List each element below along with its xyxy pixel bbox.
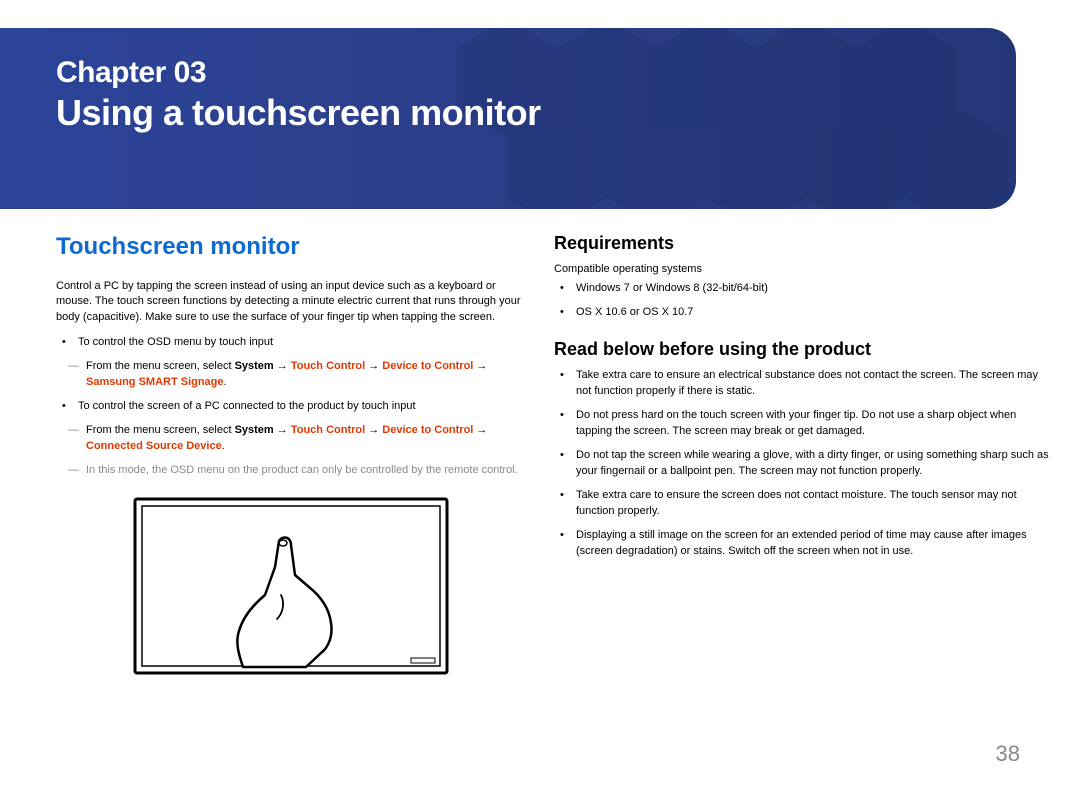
bold-text: System [235,360,274,372]
bold-red-text: Touch Control [291,424,365,436]
list-item: Do not press hard on the touch screen wi… [554,408,1052,440]
precautions-list: Take extra care to ensure an electrical … [554,368,1052,559]
list-item: Displaying a still image on the screen f… [554,528,1052,560]
list-item: To control the OSD menu by touch input [56,335,526,351]
section-heading-touchscreen: Touchscreen monitor [56,233,526,261]
requirements-heading: Requirements [554,233,1052,254]
arrow: → [274,360,291,372]
chapter-title: Using a touchscreen monitor [56,92,1016,134]
list-item: Take extra care to ensure the screen doe… [554,488,1052,520]
page-number: 38 [996,741,1020,767]
dash-note: From the menu screen, select System → To… [56,359,526,391]
note-text: From the menu screen, select [86,424,235,436]
bold-red-text: Device to Control [382,360,473,372]
bold-text: System [235,424,274,436]
list-item: Do not tap the screen while wearing a gl… [554,448,1052,480]
intro-paragraph: Control a PC by tapping the screen inste… [56,279,526,325]
arrow: → [274,424,291,436]
chapter-banner: Chapter 03 Using a touchscreen monitor [0,28,1016,209]
period: . [224,376,227,388]
list-item: To control the screen of a PC connected … [56,399,526,415]
bold-red-text: Device to Control [382,424,473,436]
left-column: Touchscreen monitor Control a PC by tapp… [56,233,526,677]
dash-note-grey: In this mode, the OSD menu on the produc… [56,463,526,479]
content-area: Touchscreen monitor Control a PC by tapp… [0,233,1080,677]
period: . [222,440,225,452]
dash-note: From the menu screen, select System → To… [56,423,526,455]
arrow: → [365,424,382,436]
arrow: → [473,360,487,372]
chapter-label: Chapter 03 [56,56,1016,90]
bold-red-text: Connected Source Device [86,440,222,452]
right-column: Requirements Compatible operating system… [554,233,1052,677]
list-item: OS X 10.6 or OS X 10.7 [554,305,1052,321]
note-text: From the menu screen, select [86,360,235,372]
arrow: → [473,424,487,436]
instruction-list: To control the screen of a PC connected … [56,399,526,415]
requirements-list: Windows 7 or Windows 8 (32-bit/64-bit) O… [554,281,1052,321]
requirements-subtext: Compatible operating systems [554,262,1052,277]
touch-illustration [56,495,526,677]
list-item: Take extra care to ensure an electrical … [554,368,1052,400]
instruction-list: To control the OSD menu by touch input [56,335,526,351]
arrow: → [365,360,382,372]
bold-red-text: Touch Control [291,360,365,372]
bold-red-text: Samsung SMART Signage [86,376,224,388]
read-below-heading: Read below before using the product [554,339,1052,360]
list-item: Windows 7 or Windows 8 (32-bit/64-bit) [554,281,1052,297]
